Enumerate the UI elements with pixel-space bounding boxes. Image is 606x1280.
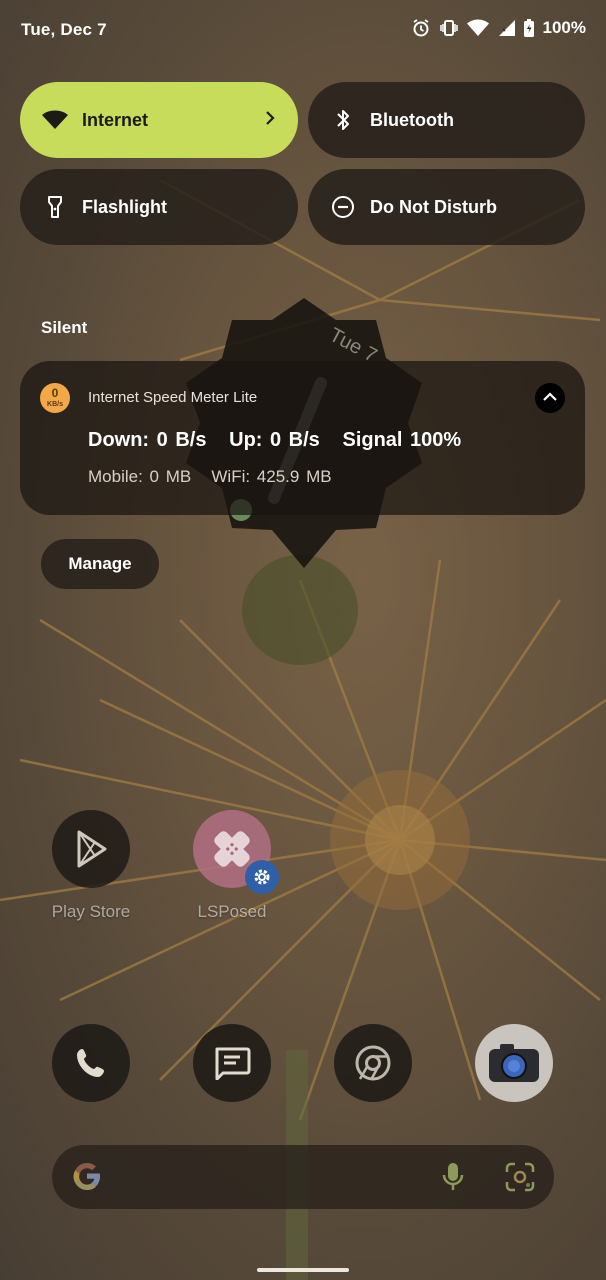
play-store-icon bbox=[52, 810, 130, 888]
battery-icon bbox=[523, 18, 535, 38]
gear-icon bbox=[245, 860, 279, 894]
notification-card[interactable]: 0 KB/s Internet Speed Meter Lite Down: 0… bbox=[20, 361, 585, 515]
notification-app-name: Internet Speed Meter Lite bbox=[88, 389, 258, 406]
collapse-button[interactable] bbox=[535, 383, 565, 413]
phone-icon[interactable] bbox=[52, 1024, 130, 1102]
status-bar: Tue, Dec 7 100% bbox=[0, 0, 606, 60]
lsposed-icon bbox=[193, 810, 279, 894]
tile-label: Flashlight bbox=[82, 196, 167, 217]
battery-percent: 100% bbox=[542, 18, 586, 37]
bluetooth-icon bbox=[330, 107, 356, 133]
tile-flashlight[interactable]: Flashlight bbox=[20, 169, 298, 245]
tile-do-not-disturb[interactable]: Do Not Disturb bbox=[308, 169, 585, 245]
speed-meter-app-icon: 0 KB/s bbox=[40, 383, 70, 413]
app-label: Play Store bbox=[51, 902, 131, 921]
mic-icon[interactable] bbox=[442, 1161, 464, 1198]
notification-title: Down: 0 B/s Up: 0 B/s Signal 100% bbox=[88, 429, 462, 451]
lens-icon[interactable] bbox=[504, 1161, 536, 1198]
chrome-icon[interactable] bbox=[334, 1024, 412, 1102]
camera-icon[interactable] bbox=[475, 1024, 553, 1102]
tile-label: Bluetooth bbox=[370, 109, 454, 130]
tile-bluetooth[interactable]: Bluetooth bbox=[308, 82, 585, 158]
google-search-bar[interactable] bbox=[52, 1145, 554, 1209]
status-date: Tue, Dec 7 bbox=[21, 20, 107, 39]
chevron-right-icon bbox=[264, 108, 276, 133]
gesture-navigation-handle[interactable] bbox=[257, 1268, 349, 1272]
tile-label: Internet bbox=[82, 109, 149, 130]
vibrate-icon bbox=[439, 18, 459, 38]
manage-button[interactable]: Manage bbox=[41, 539, 159, 589]
messages-icon[interactable] bbox=[193, 1024, 271, 1102]
google-g-icon bbox=[70, 1159, 104, 1198]
signal-icon bbox=[497, 19, 515, 37]
flashlight-icon bbox=[42, 194, 68, 220]
app-lsposed[interactable]: LSPosed bbox=[177, 810, 287, 922]
wifi-icon bbox=[42, 107, 68, 133]
app-label: LSPosed bbox=[197, 902, 267, 921]
app-icon-unit: KB/s bbox=[47, 401, 63, 408]
notification-text: Mobile: 0 MB WiFi: 425.9 MB bbox=[88, 467, 332, 486]
do-not-disturb-icon bbox=[330, 194, 356, 220]
section-header-silent: Silent bbox=[41, 318, 88, 337]
tile-label: Do Not Disturb bbox=[370, 196, 497, 217]
wifi-icon bbox=[466, 19, 489, 37]
app-play-store[interactable]: Play Store bbox=[36, 810, 146, 922]
app-icon-value: 0 bbox=[51, 386, 59, 400]
chevron-up-icon bbox=[542, 389, 558, 407]
alarm-icon bbox=[411, 18, 431, 38]
tile-internet[interactable]: Internet bbox=[20, 82, 298, 158]
